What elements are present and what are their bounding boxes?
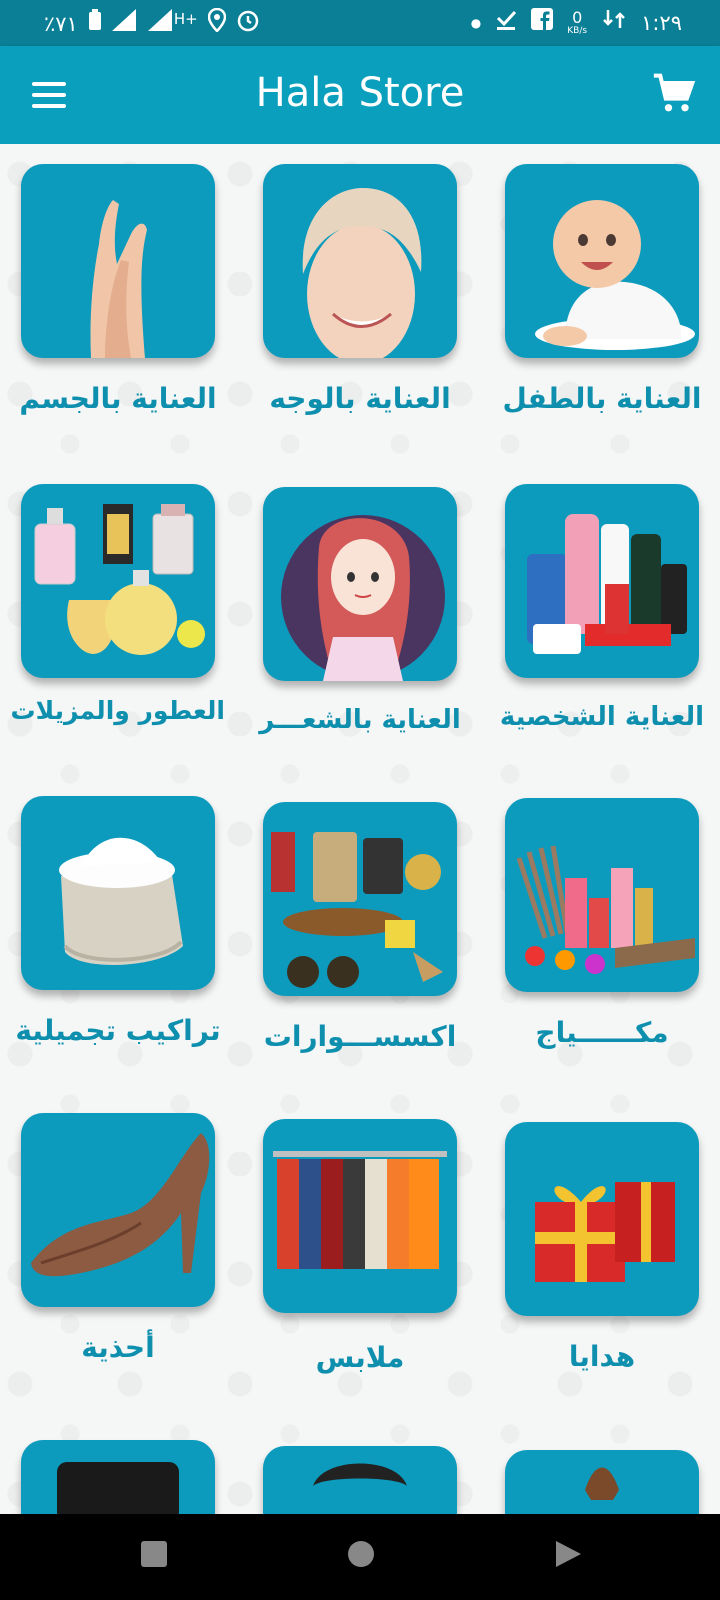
category-body-care[interactable]: العناية بالجسم: [19, 164, 217, 415]
category-partial-1[interactable]: [21, 1440, 215, 1514]
recents-icon[interactable]: [140, 1540, 168, 1572]
toiletries-image: [505, 484, 699, 678]
data-transfer-icon: [601, 8, 627, 37]
category-clothes[interactable]: ملابس: [263, 1119, 457, 1374]
category-perfumes[interactable]: العطور والمزيلات: [11, 484, 225, 725]
location-icon: [207, 7, 226, 39]
category-partial-2[interactable]: [263, 1446, 457, 1514]
category-label: العناية بالطفل: [502, 382, 702, 415]
category-cosmetic-formulas[interactable]: تراكيب تجميلية: [15, 796, 221, 1047]
category-label: العناية الشخصية: [499, 702, 705, 732]
category-label: العناية بالشعـــر: [259, 705, 461, 735]
category-label: أحذية: [81, 1331, 155, 1364]
category-label: تراكيب تجميلية: [15, 1014, 221, 1047]
category-hair-care[interactable]: العناية بالشعـــر: [259, 487, 461, 735]
app-title: Hala Store: [255, 70, 465, 116]
category-shoes[interactable]: أحذية: [21, 1113, 215, 1364]
cream-jar-image: [21, 796, 215, 990]
download-done-icon: [495, 8, 517, 37]
cart-icon[interactable]: [652, 72, 696, 116]
category-label: العطور والمزيلات: [10, 696, 226, 725]
battery-icon: [88, 9, 102, 38]
baby-image: [505, 164, 699, 358]
product-image: [21, 1440, 215, 1514]
face-towel-image: [263, 164, 457, 358]
category-makeup[interactable]: مكــــــياج: [505, 798, 699, 1049]
makeup-image: [505, 798, 699, 992]
category-label: العناية بالوجه: [269, 382, 451, 415]
network-type: H+: [173, 9, 198, 28]
network-speed: 0 KB/s: [567, 7, 588, 36]
battery-percent: ٪٧١: [44, 11, 78, 36]
speed-unit: KB/s: [567, 25, 588, 36]
accessories-image: [263, 802, 457, 996]
category-personal-care[interactable]: العناية الشخصية: [500, 484, 704, 732]
category-accessories[interactable]: اكسســـوارات: [263, 802, 457, 1053]
category-partial-3[interactable]: [505, 1450, 699, 1514]
speed-value: 0: [572, 7, 583, 27]
product-image: [505, 1450, 699, 1514]
category-label: هدايا: [568, 1340, 636, 1373]
category-baby-care[interactable]: العناية بالطفل: [502, 164, 702, 415]
girl-hair-image: [263, 487, 457, 681]
category-face-care[interactable]: العناية بالوجه: [263, 164, 457, 415]
facebook-icon: [531, 8, 554, 37]
status-bar: ٪٧١ H+ ● 0 KB/s ١:٢٩: [0, 0, 720, 46]
system-nav-bar: [0, 1514, 720, 1600]
hands-image: [21, 164, 215, 358]
gift-boxes-image: [505, 1122, 699, 1316]
signal-icon: [111, 9, 138, 38]
category-grid: العناية بالجسم العناية بالوجه العناية با…: [0, 144, 720, 1514]
notification-dot-icon: ●: [470, 15, 482, 30]
product-image: [263, 1446, 457, 1514]
app-bar: Hala Store: [0, 46, 720, 144]
clothes-rack-image: [263, 1119, 457, 1313]
signal-icon-2: [147, 9, 174, 38]
category-label: اكسســـوارات: [263, 1020, 457, 1053]
perfume-bottles-image: [21, 484, 215, 678]
clock: ١:٢٩: [641, 10, 682, 35]
category-label: العناية بالجسم: [19, 382, 217, 415]
alarm-icon: [236, 8, 260, 39]
category-gifts[interactable]: هدايا: [505, 1122, 699, 1373]
category-label: مكــــــياج: [535, 1016, 669, 1049]
back-icon[interactable]: [554, 1540, 582, 1572]
home-icon[interactable]: [347, 1540, 375, 1572]
high-heel-image: [21, 1113, 215, 1307]
category-label: ملابس: [315, 1341, 405, 1374]
